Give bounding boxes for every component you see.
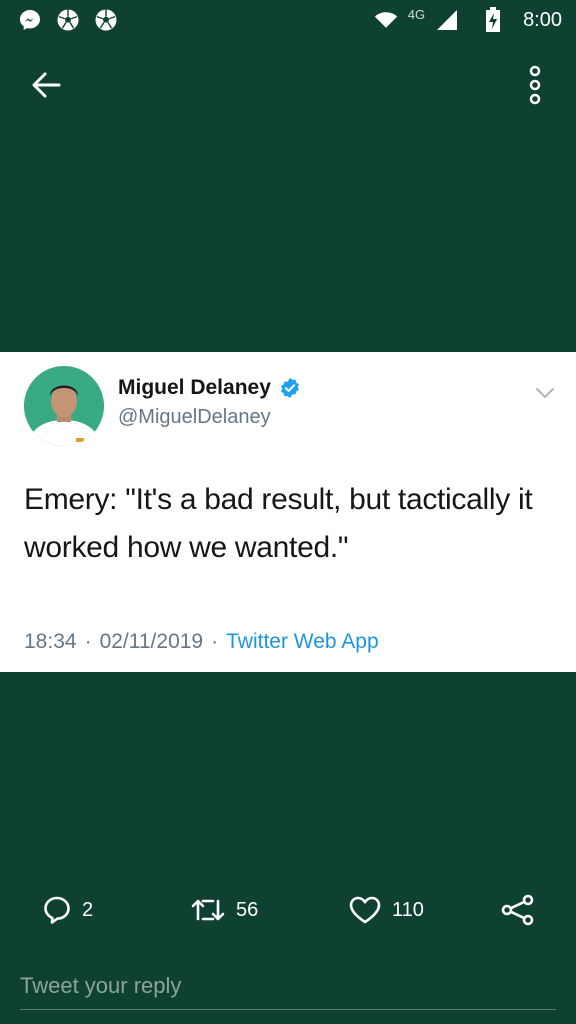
avatar-image bbox=[24, 366, 104, 446]
tweet-source-link[interactable]: Twitter Web App bbox=[226, 630, 379, 654]
share-icon bbox=[501, 894, 534, 926]
status-bar: 4G 8:00 bbox=[0, 0, 576, 40]
reply-bubble-icon bbox=[44, 896, 70, 924]
network-type-label: 4G bbox=[407, 6, 426, 22]
display-name[interactable]: Miguel Delaney bbox=[118, 376, 271, 400]
toolbar bbox=[0, 55, 576, 115]
verified-badge-icon bbox=[280, 377, 299, 399]
soccer-ball-icon bbox=[94, 8, 118, 32]
reply-count: 2 bbox=[82, 898, 94, 921]
chevron-down-icon bbox=[536, 388, 554, 398]
tweet-menu-button[interactable] bbox=[534, 382, 556, 404]
battery-charging-icon bbox=[481, 7, 505, 32]
retweet-icon bbox=[191, 899, 225, 921]
more-options-button[interactable] bbox=[520, 63, 550, 107]
tweet-text: Emery: "It's a bad result, but tacticall… bbox=[24, 483, 533, 564]
user-handle[interactable]: @MiguelDelaney bbox=[118, 406, 271, 429]
reply-button[interactable]: 2 bbox=[42, 888, 93, 932]
notification-icons bbox=[18, 8, 118, 32]
tweet-time: 18:34 bbox=[24, 630, 77, 653]
tweet-meta: 18:34 · 02/11/2019 · Twitter Web App bbox=[24, 630, 379, 654]
author-row: Miguel Delaney bbox=[118, 376, 301, 400]
like-button[interactable]: 110 bbox=[348, 888, 424, 932]
back-button[interactable] bbox=[28, 67, 64, 103]
retweet-count: 56 bbox=[236, 898, 259, 921]
more-vertical-icon bbox=[529, 65, 541, 105]
reply-input[interactable] bbox=[20, 962, 556, 1010]
tweet-date: 02/11/2019 bbox=[99, 630, 204, 653]
wifi-icon bbox=[374, 8, 398, 32]
heart-icon bbox=[349, 896, 381, 924]
messenger-icon bbox=[18, 8, 42, 32]
tweet-actions: 2 56 110 bbox=[0, 888, 576, 932]
share-button[interactable] bbox=[500, 888, 536, 932]
tweet-card[interactable]: Miguel Delaney @MiguelDelaney Emery: "It… bbox=[0, 352, 576, 672]
cell-signal-icon bbox=[435, 8, 459, 32]
meta-separator: · bbox=[84, 630, 92, 653]
soccer-ball-icon bbox=[56, 8, 80, 32]
meta-separator: · bbox=[211, 630, 219, 653]
system-icons: 4G 8:00 bbox=[374, 6, 562, 32]
clock: 8:00 bbox=[523, 8, 562, 31]
like-count: 110 bbox=[392, 898, 424, 921]
arrow-left-icon bbox=[32, 72, 61, 98]
retweet-button[interactable]: 56 bbox=[190, 888, 258, 932]
avatar[interactable] bbox=[24, 366, 104, 446]
